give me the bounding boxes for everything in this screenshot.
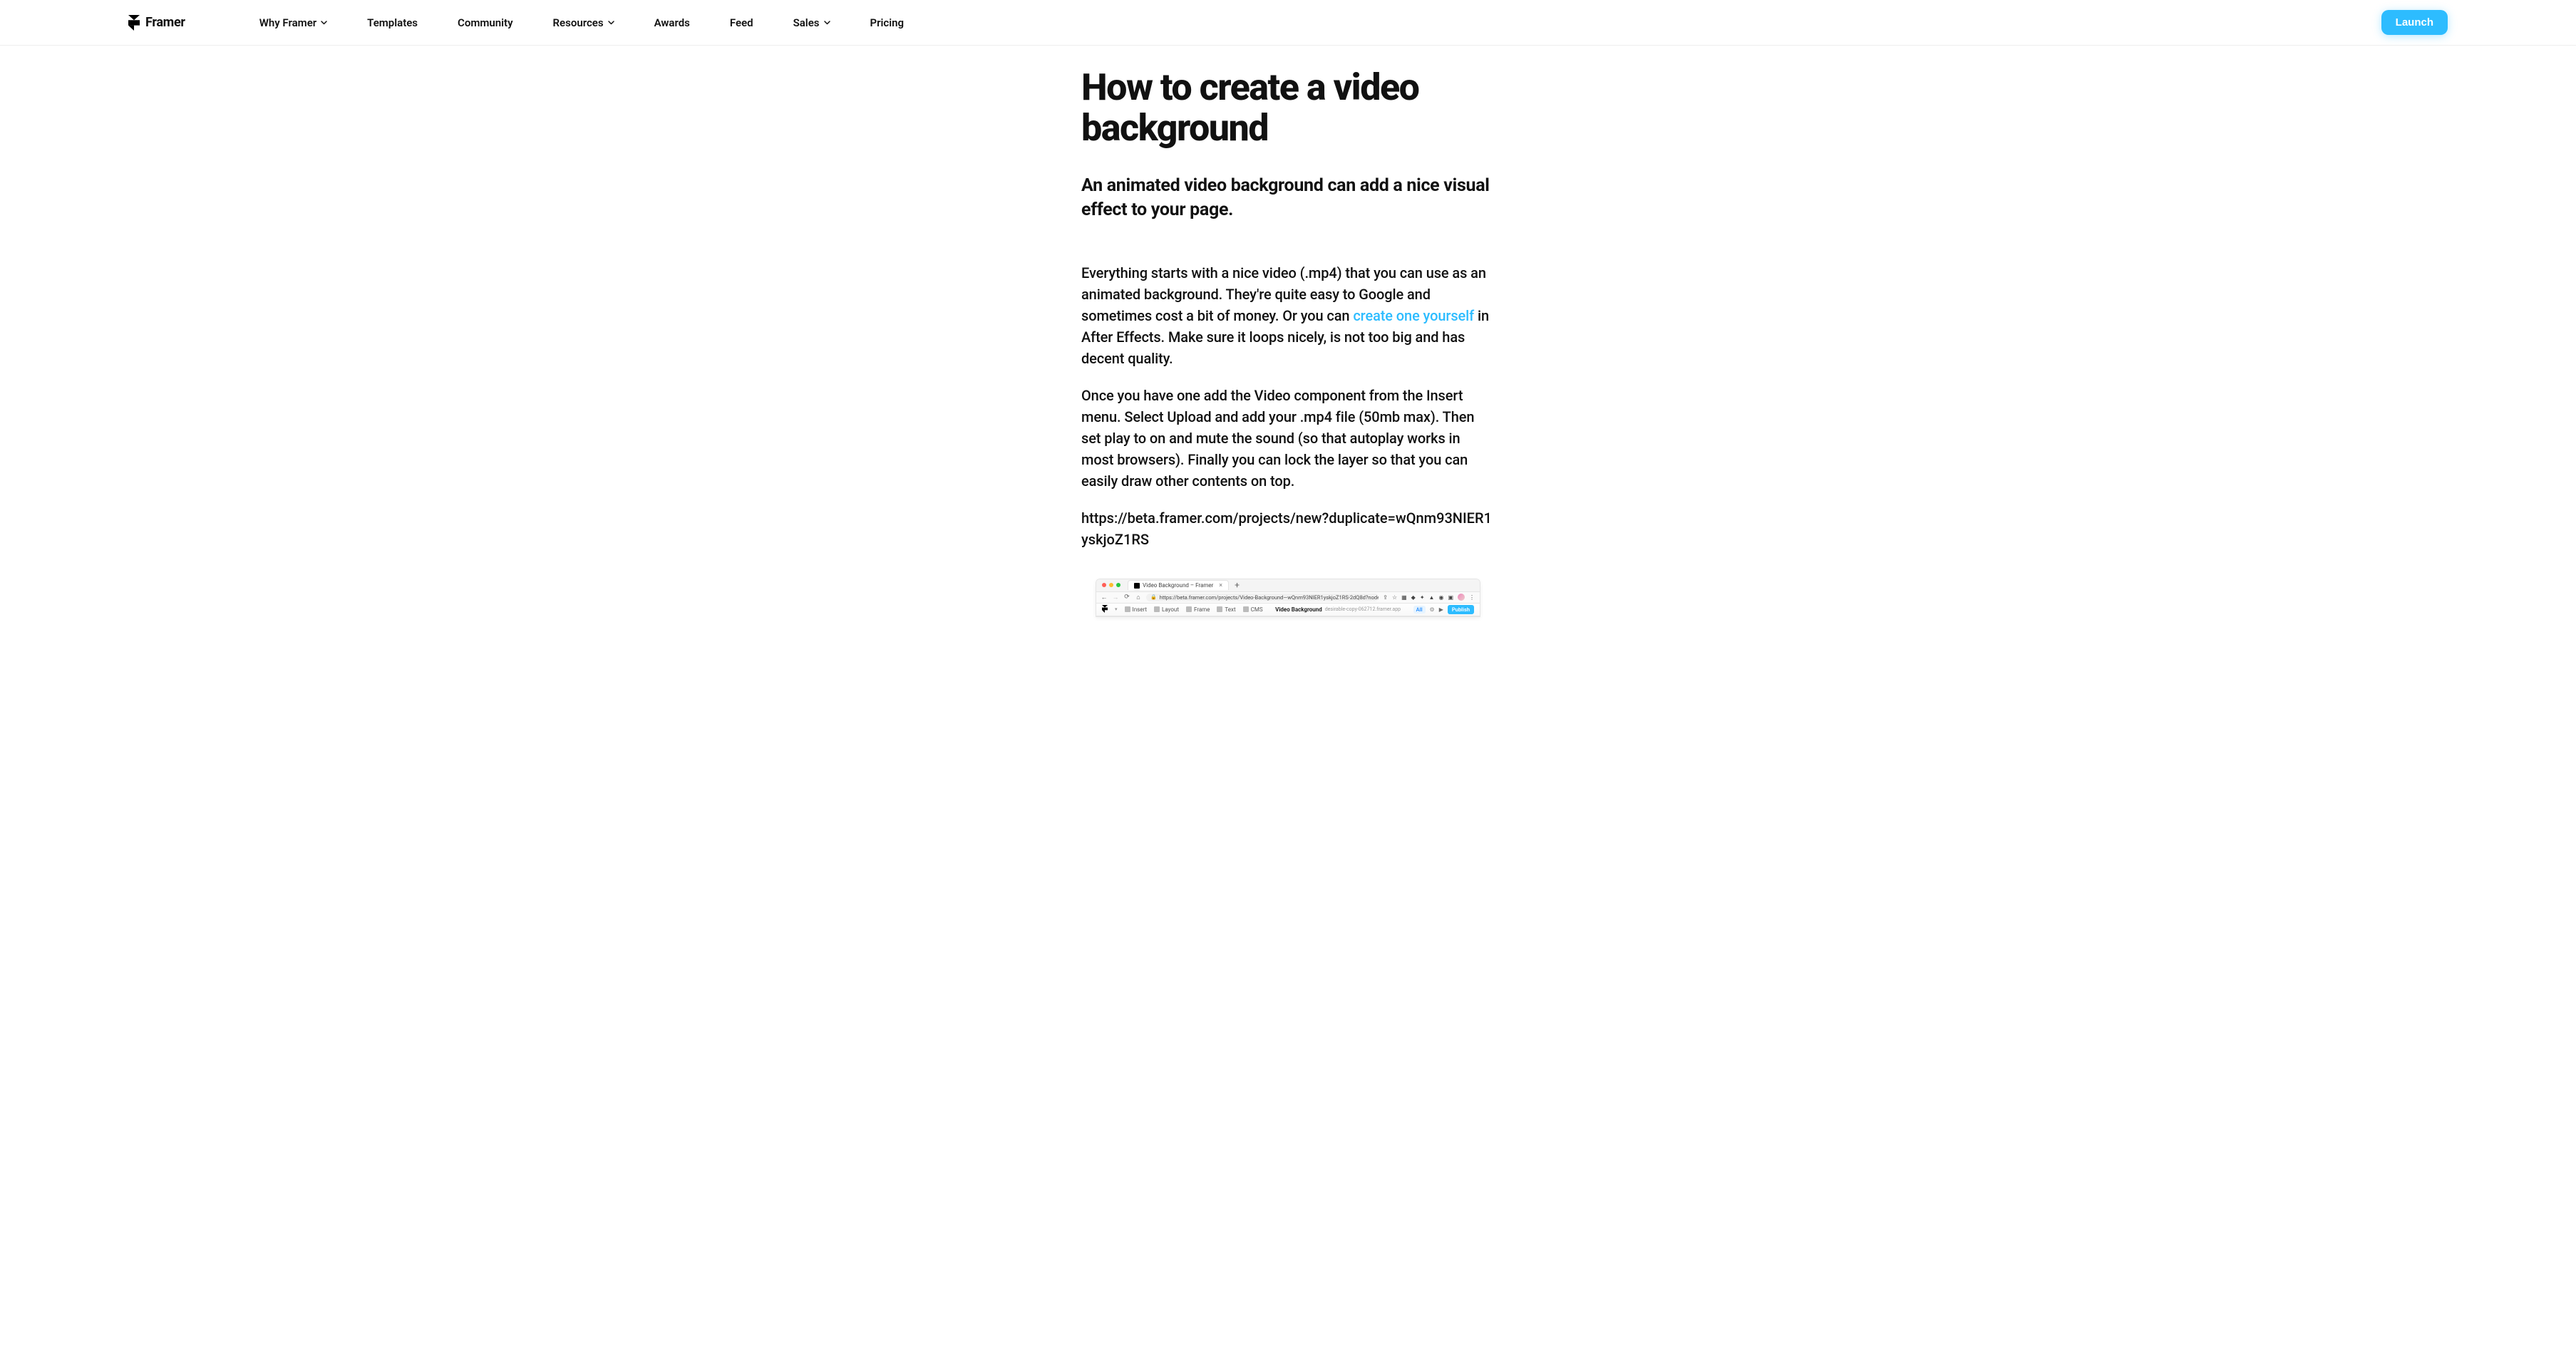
text-icon: [1217, 606, 1222, 612]
tool-label: Insert: [1133, 606, 1148, 613]
plus-icon: [1125, 606, 1130, 612]
ext-icon: ✦: [1420, 594, 1425, 601]
layout-tool: Layout: [1154, 606, 1179, 613]
tool-label: Text: [1225, 606, 1235, 613]
brand-name: Framer: [145, 15, 185, 30]
play-icon: ▶: [1439, 606, 1443, 613]
nav-label: Awards: [654, 16, 690, 29]
back-icon: ←: [1101, 594, 1108, 601]
avatar-icon: [1458, 594, 1465, 601]
project-name: Video Background: [1275, 606, 1322, 613]
browser-tab: Video Background – Framer ×: [1128, 580, 1229, 590]
chevron-down-icon: [608, 21, 614, 25]
paragraph-1: Everything starts with a nice video (.mp…: [1081, 262, 1495, 369]
chevron-down-icon: [824, 21, 830, 25]
forward-icon: →: [1112, 594, 1119, 601]
lock-icon: 🔒: [1150, 594, 1157, 600]
project-file: desirable-copy-062712.framer.app: [1325, 606, 1401, 612]
reload-icon: ⟳: [1123, 594, 1130, 601]
nav-label: Sales: [793, 16, 820, 29]
kebab-icon: ⋮: [1469, 594, 1475, 601]
star-icon: ☆: [1392, 594, 1397, 601]
nav-label: Templates: [367, 16, 418, 29]
page-subtitle: An animated video background can add a n…: [1081, 174, 1495, 222]
chevron-down-icon: ▾: [1115, 606, 1118, 612]
new-tab-icon: +: [1235, 580, 1240, 590]
nav-resources[interactable]: Resources: [553, 16, 614, 29]
minimize-icon: [1109, 583, 1113, 587]
browser-address-bar: ← → ⟳ ⌂ 🔒 https://beta.framer.com/projec…: [1096, 592, 1480, 604]
article-content: How to create a video background An anim…: [1081, 46, 1495, 617]
close-tab-icon: ×: [1219, 582, 1222, 589]
page-title: How to create a video background: [1081, 67, 1495, 148]
maximize-icon: [1116, 583, 1120, 587]
ext-icon: ◆: [1411, 594, 1416, 601]
ext-icon: ▣: [1448, 594, 1453, 601]
text-tool: Text: [1217, 606, 1235, 613]
close-icon: [1102, 583, 1106, 587]
ext-icon: ◉: [1438, 594, 1443, 601]
nav-sales[interactable]: Sales: [793, 16, 830, 29]
nav-label: Community: [458, 16, 513, 29]
top-header: Framer Why Framer Templates Community Re…: [0, 0, 2576, 46]
cms-icon: [1243, 606, 1249, 612]
tool-label: Frame: [1194, 606, 1210, 613]
app-toolbar: ▾ Insert Layout Frame Text CMS: [1096, 604, 1480, 616]
nav-community[interactable]: Community: [458, 16, 513, 29]
favicon-icon: [1134, 583, 1140, 589]
primary-nav: Why Framer Templates Community Resources…: [259, 16, 904, 29]
tab-title: Video Background – Framer: [1143, 582, 1213, 589]
address-field: 🔒 https://beta.framer.com/projects/Video…: [1146, 594, 1379, 601]
publish-button: Publish: [1448, 605, 1474, 614]
frame-tool: Frame: [1186, 606, 1210, 613]
gear-icon: ⚙: [1430, 606, 1435, 613]
tool-label: Layout: [1162, 606, 1179, 613]
create-one-yourself-link[interactable]: create one yourself: [1353, 307, 1474, 324]
nav-templates[interactable]: Templates: [367, 16, 418, 29]
layout-icon: [1154, 606, 1160, 612]
browser-extensions: ⇪ ☆ ▦ ◆ ✦ ▲ ◉ ▣ ⋮: [1383, 594, 1475, 601]
ext-icon: ▦: [1401, 594, 1407, 601]
nav-label: Pricing: [870, 16, 905, 29]
home-icon: ⌂: [1135, 594, 1142, 601]
window-controls: [1102, 583, 1120, 587]
tool-label: CMS: [1251, 606, 1263, 613]
address-url: https://beta.framer.com/projects/Video-B…: [1160, 594, 1379, 601]
nav-label: Feed: [730, 16, 753, 29]
frame-icon: [1186, 606, 1192, 612]
framer-logo-icon: [128, 15, 140, 31]
insert-tool: Insert: [1125, 606, 1148, 613]
share-icon: ⇪: [1383, 594, 1388, 601]
cms-tool: CMS: [1243, 606, 1263, 613]
duplicate-url: https://beta.framer.com/projects/new?dup…: [1081, 507, 1495, 550]
paragraph-2: Once you have one add the Video componen…: [1081, 385, 1495, 492]
chevron-down-icon: [321, 21, 327, 25]
nav-awards[interactable]: Awards: [654, 16, 690, 29]
framer-logo-icon: [1102, 605, 1108, 614]
ext-icon: ▲: [1429, 594, 1435, 601]
nav-feed[interactable]: Feed: [730, 16, 753, 29]
nav-label: Why Framer: [259, 16, 316, 29]
project-title: Video Background desirable-copy-062712.f…: [1270, 606, 1406, 613]
breakpoint-chip: All: [1413, 606, 1426, 614]
nav-label: Resources: [553, 16, 604, 29]
launch-button[interactable]: Launch: [2381, 10, 2448, 35]
embedded-screenshot: Video Background – Framer × + ← → ⟳ ⌂ 🔒 …: [1096, 579, 1480, 617]
toolbar-right: All ⚙ ▶ Publish: [1413, 605, 1474, 614]
nav-why-framer[interactable]: Why Framer: [259, 16, 327, 29]
nav-pricing[interactable]: Pricing: [870, 16, 905, 29]
brand-logo[interactable]: Framer: [128, 15, 185, 31]
browser-titlebar: Video Background – Framer × +: [1096, 579, 1480, 592]
